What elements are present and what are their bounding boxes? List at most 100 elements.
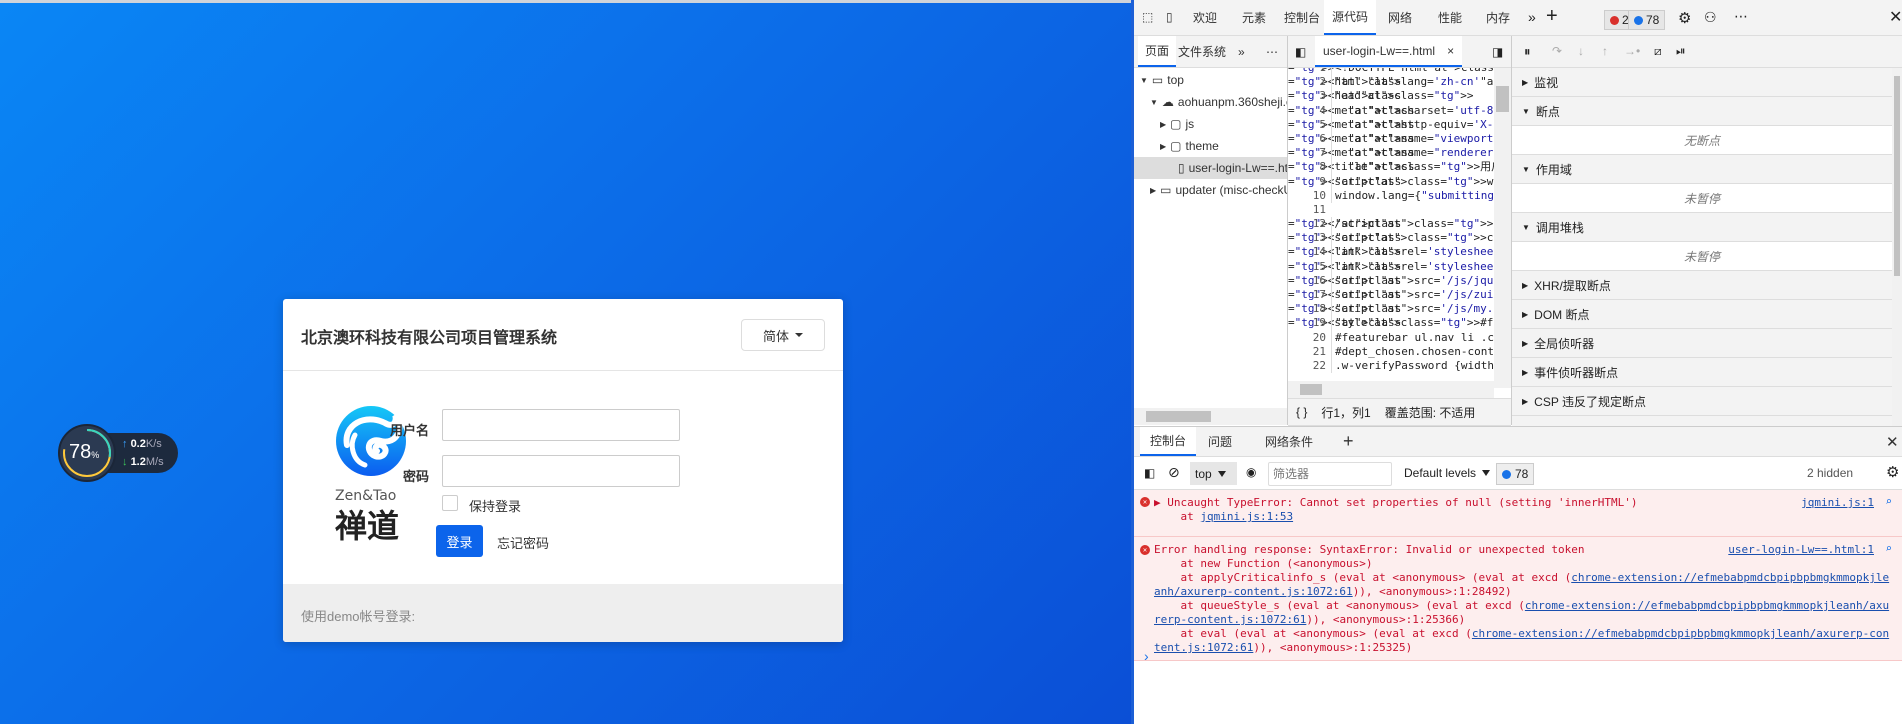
tree-item-js[interactable]: ▶ ▢ js bbox=[1134, 113, 1287, 135]
collapsed-arrow-icon: ▶ bbox=[1522, 77, 1529, 87]
remember-checkbox[interactable] bbox=[442, 495, 458, 511]
error-source-link[interactable]: jqmini.js:1 bbox=[1801, 496, 1874, 509]
debugger-section[interactable]: ▶ DOM 断点 bbox=[1512, 300, 1892, 329]
language-dropdown[interactable]: 简体 bbox=[741, 319, 825, 351]
debugger-section[interactable]: ▶ 全局侦听器 bbox=[1512, 329, 1892, 358]
drawer-tab-console[interactable]: 控制台 bbox=[1140, 427, 1197, 456]
line-text: "at">class bbox=[1331, 288, 1401, 303]
close-tab-icon[interactable]: × bbox=[1447, 44, 1454, 58]
debugger-section[interactable]: ▼ 调用堆栈 bbox=[1512, 213, 1892, 242]
section-label: 作用域 bbox=[1535, 162, 1572, 177]
drawer-tab-issues[interactable]: 问题 bbox=[1208, 427, 1232, 456]
tree-item-updater[interactable]: ▶▭updater (misc-checkUpdate-c84 bbox=[1134, 179, 1287, 201]
close-drawer-icon[interactable]: ✕ bbox=[1886, 427, 1899, 456]
debugger-section[interactable]: ▶ 监视 bbox=[1512, 68, 1892, 97]
tab-0[interactable]: 欢迎 bbox=[1185, 0, 1225, 35]
console-filter-input[interactable] bbox=[1268, 462, 1392, 486]
editor-vertical-scrollbar[interactable] bbox=[1494, 68, 1511, 388]
search-icon[interactable]: ⌕ bbox=[1885, 495, 1892, 508]
tab-1[interactable]: 元素 bbox=[1234, 0, 1274, 35]
language-label: 简体 bbox=[762, 328, 789, 344]
add-drawer-tab-icon[interactable]: + bbox=[1343, 427, 1354, 456]
tab-pages[interactable]: 页面 bbox=[1138, 36, 1177, 67]
pretty-print-button[interactable]: { } bbox=[1296, 405, 1307, 419]
tab-2[interactable]: 控制台 bbox=[1276, 0, 1328, 35]
console-messages-badge[interactable]: 78 bbox=[1496, 463, 1535, 485]
debugger-scrollbar[interactable] bbox=[1892, 68, 1902, 426]
toggle-debugger-icon[interactable]: ◨ bbox=[1492, 45, 1503, 59]
error-source-link[interactable]: user-login-Lw==.html:1 bbox=[1728, 543, 1874, 556]
device-emulation-icon[interactable]: ▯ bbox=[1166, 10, 1173, 24]
editor-horizontal-scrollbar[interactable] bbox=[1288, 381, 1494, 398]
line-text: "at">class bbox=[1331, 302, 1401, 317]
line-number: 9 bbox=[1319, 174, 1326, 188]
deactivate-breakpoints-icon[interactable]: ⧄ bbox=[1654, 44, 1662, 59]
pause-on-exceptions-icon[interactable]: ⏯ bbox=[1676, 44, 1686, 59]
error-line: ▶ Uncaught TypeError: Cannot set propert… bbox=[1154, 496, 1638, 509]
console-prompt[interactable]: › bbox=[1144, 648, 1149, 664]
tab-5[interactable]: 性能 bbox=[1430, 0, 1470, 35]
debugger-section[interactable]: ▶ XHR/提取断点 bbox=[1512, 271, 1892, 300]
customize-icon[interactable]: ⚇ bbox=[1704, 9, 1717, 26]
add-tab-icon[interactable]: + bbox=[1546, 5, 1558, 28]
tree-label: js bbox=[1185, 117, 1195, 131]
code-line: 6 "at">class ="tg"><meta "at">name="viewp… bbox=[1288, 131, 1494, 147]
step-out-icon[interactable]: ↑ bbox=[1602, 44, 1608, 58]
toggle-navigator-icon[interactable]: ◧ bbox=[1295, 45, 1306, 59]
code-editor[interactable]: 1<!DOCTYPE html"at">class="tg">>2"at">cl… bbox=[1288, 68, 1494, 388]
tree-horizontal-scrollbar[interactable] bbox=[1134, 408, 1287, 425]
message-count-badge[interactable]: 78 bbox=[1628, 10, 1666, 30]
live-expression-eye-icon[interactable]: ◉ bbox=[1246, 465, 1256, 479]
remember-label[interactable]: 保持登录 bbox=[469, 496, 521, 515]
more-options-icon[interactable]: ⋯ bbox=[1734, 8, 1748, 25]
code-line: 11 bbox=[1288, 203, 1494, 217]
code-line: 2 "at">class ="tg"><html "at">lang='zh-cn'… bbox=[1288, 75, 1494, 90]
step-icon[interactable]: →• bbox=[1624, 44, 1640, 58]
log-levels-dropdown[interactable]: Default levels bbox=[1404, 466, 1491, 480]
code-line: 13 "at">class ="tg"><script"at">class="tg"… bbox=[1288, 231, 1494, 246]
close-devtools-icon[interactable]: ✕ bbox=[1889, 7, 1902, 27]
message-icon bbox=[1502, 469, 1511, 479]
nav-more-icon[interactable]: ⋯ bbox=[1266, 36, 1278, 67]
context-selector[interactable]: top bbox=[1190, 462, 1237, 485]
line-number: 18 bbox=[1312, 302, 1326, 316]
login-button[interactable]: 登录 bbox=[436, 525, 483, 557]
debugger-sections: ▶ 监视 ▼ 断点 无断点 ▼ 作用域 未暂停 ▼ 调用堆栈 未暂停 ▶ XHR/提取断点 ▶ DOM 断点… bbox=[1512, 68, 1892, 426]
tree-item-domain[interactable]: ▼ ☁ aohuanpm.360sheji.cn bbox=[1134, 91, 1287, 113]
username-input[interactable] bbox=[442, 409, 680, 441]
forgot-password-link[interactable]: 忘记密码 bbox=[497, 533, 549, 552]
debugger-section[interactable]: ▶ 事件侦听器断点 bbox=[1512, 358, 1892, 387]
line-number: 8 bbox=[1319, 160, 1326, 174]
console-settings-icon[interactable]: ⚙ bbox=[1886, 463, 1899, 481]
console-sidebar-icon[interactable]: ◧ bbox=[1144, 466, 1155, 480]
tree-item-theme[interactable]: ▶ ▢ theme bbox=[1134, 135, 1287, 157]
settings-gear-icon[interactable]: ⚙ bbox=[1678, 9, 1691, 27]
code-line: 19 "at">class ="tg"><style"at">class="tg">… bbox=[1288, 316, 1494, 331]
drawer-tab-network-conditions[interactable]: 网络条件 bbox=[1265, 427, 1313, 456]
debugger-section[interactable]: ▼ 作用域 bbox=[1512, 155, 1892, 184]
tree-item-top[interactable]: ▼ ▭ top bbox=[1134, 69, 1287, 91]
search-icon[interactable]: ⌕ bbox=[1885, 542, 1892, 555]
more-nav-tabs-icon[interactable]: » bbox=[1238, 36, 1245, 67]
login-panel: 北京澳环科技有限公司项目管理系统 简体 Zen&Tao 禅道 用户名 密码 保持… bbox=[283, 299, 843, 642]
tab-3[interactable]: 源代码 bbox=[1324, 0, 1377, 35]
file-tab[interactable]: user-login-Lw==.html × bbox=[1315, 36, 1463, 67]
inspect-element-icon[interactable]: ⬚ bbox=[1142, 10, 1153, 24]
tab-6[interactable]: 内存 bbox=[1478, 0, 1518, 35]
tab-4[interactable]: 网络 bbox=[1380, 0, 1420, 35]
tree-item-login-file[interactable]: ▯user-login-Lw==.html bbox=[1134, 157, 1287, 179]
levels-label: Default levels bbox=[1404, 466, 1477, 480]
tab-filesystem[interactable]: 文件系统 bbox=[1178, 36, 1226, 67]
demo-text: 使用demo帐号登录: bbox=[301, 609, 416, 624]
pause-icon[interactable]: ⏸ bbox=[1524, 44, 1531, 60]
error-line: at applyCriticalinfo_s (eval at <anonymo… bbox=[1154, 571, 1890, 584]
debugger-section[interactable]: ▼ 断点 bbox=[1512, 97, 1892, 126]
step-into-icon[interactable]: ↓ bbox=[1578, 44, 1584, 58]
more-tabs-icon[interactable]: » bbox=[1528, 9, 1536, 25]
clear-console-icon[interactable]: ⊘ bbox=[1168, 464, 1180, 481]
step-over-icon[interactable]: ↷ bbox=[1552, 44, 1562, 58]
caret-down-icon bbox=[1217, 470, 1226, 477]
password-input[interactable] bbox=[442, 455, 680, 487]
line-number: 16 bbox=[1312, 273, 1326, 287]
debugger-section[interactable]: ▶ CSP 违反了规定断点 bbox=[1512, 387, 1892, 416]
